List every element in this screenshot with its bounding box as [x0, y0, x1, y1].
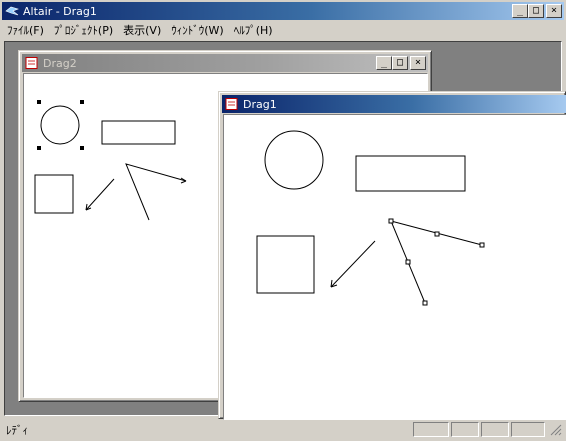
drag1-title: Drag1 [243, 97, 277, 111]
polyline-shape[interactable] [125, 163, 187, 221]
drag2-titlebar[interactable]: Drag2 _ □ × [22, 54, 428, 72]
minimize-button[interactable]: _ [512, 4, 528, 18]
maximize-button[interactable]: □ [528, 4, 544, 18]
menu-window[interactable]: ｳｨﾝﾄﾞｳ(W) [166, 22, 228, 38]
vertex-handle[interactable] [388, 218, 394, 224]
drag1-drawing [256, 130, 485, 306]
status-text: ﾚﾃﾞｨ [6, 424, 28, 437]
status-bar: ﾚﾃﾞｨ [2, 419, 564, 439]
status-panel [413, 422, 449, 437]
close-button[interactable]: × [546, 4, 562, 18]
drag1-titlebar[interactable]: Drag1 [222, 95, 566, 113]
arrow-line[interactable] [330, 240, 376, 288]
resize-grip-icon[interactable] [550, 424, 562, 436]
circle-shape[interactable] [264, 130, 324, 190]
selection-handle[interactable] [80, 146, 84, 150]
menu-project[interactable]: ﾌﾟﾛｼﾞｪｸﾄ(P) [49, 22, 118, 38]
selection-handle[interactable] [80, 100, 84, 104]
main-title: Altair - Drag1 [23, 4, 97, 18]
menu-help[interactable]: ﾍﾙﾌﾟ(H) [229, 22, 278, 38]
vertex-handle[interactable] [479, 242, 485, 248]
drag2-minimize-button[interactable]: _ [376, 56, 392, 70]
document-icon [225, 98, 238, 110]
vertex-handle[interactable] [405, 259, 411, 265]
drag1-window[interactable]: Drag1 [218, 91, 566, 420]
app-icon [5, 6, 19, 16]
square-shape[interactable] [34, 174, 74, 214]
circle-shape[interactable] [40, 105, 80, 145]
main-window: Altair - Drag1 _ □ × ﾌｧｲﾙ(F) ﾌﾟﾛｼﾞｪｸﾄ(P)… [0, 0, 566, 441]
square-shape[interactable] [256, 235, 315, 294]
rectangle-shape[interactable] [355, 155, 466, 192]
main-titlebar[interactable]: Altair - Drag1 _ □ × [2, 2, 564, 20]
drag2-title: Drag2 [43, 56, 77, 70]
selection-handle[interactable] [37, 100, 41, 104]
status-panel [481, 422, 509, 437]
rectangle-shape[interactable] [101, 120, 176, 145]
vertex-handle[interactable] [422, 300, 428, 306]
status-panel [511, 422, 545, 437]
selection-handle[interactable] [37, 146, 41, 150]
vertex-handle[interactable] [434, 231, 440, 237]
drag2-close-button[interactable]: × [410, 56, 426, 70]
menu-view[interactable]: 表示(V) [118, 22, 166, 38]
menu-file[interactable]: ﾌｧｲﾙ(F) [2, 22, 49, 38]
menu-bar: ﾌｧｲﾙ(F) ﾌﾟﾛｼﾞｪｸﾄ(P) 表示(V) ｳｨﾝﾄﾞｳ(W) ﾍﾙﾌﾟ… [2, 20, 564, 39]
arrow-line[interactable] [85, 178, 115, 211]
document-icon [25, 57, 38, 69]
status-panel [451, 422, 479, 437]
drag1-canvas[interactable] [223, 114, 566, 420]
drag2-maximize-button[interactable]: □ [392, 56, 408, 70]
